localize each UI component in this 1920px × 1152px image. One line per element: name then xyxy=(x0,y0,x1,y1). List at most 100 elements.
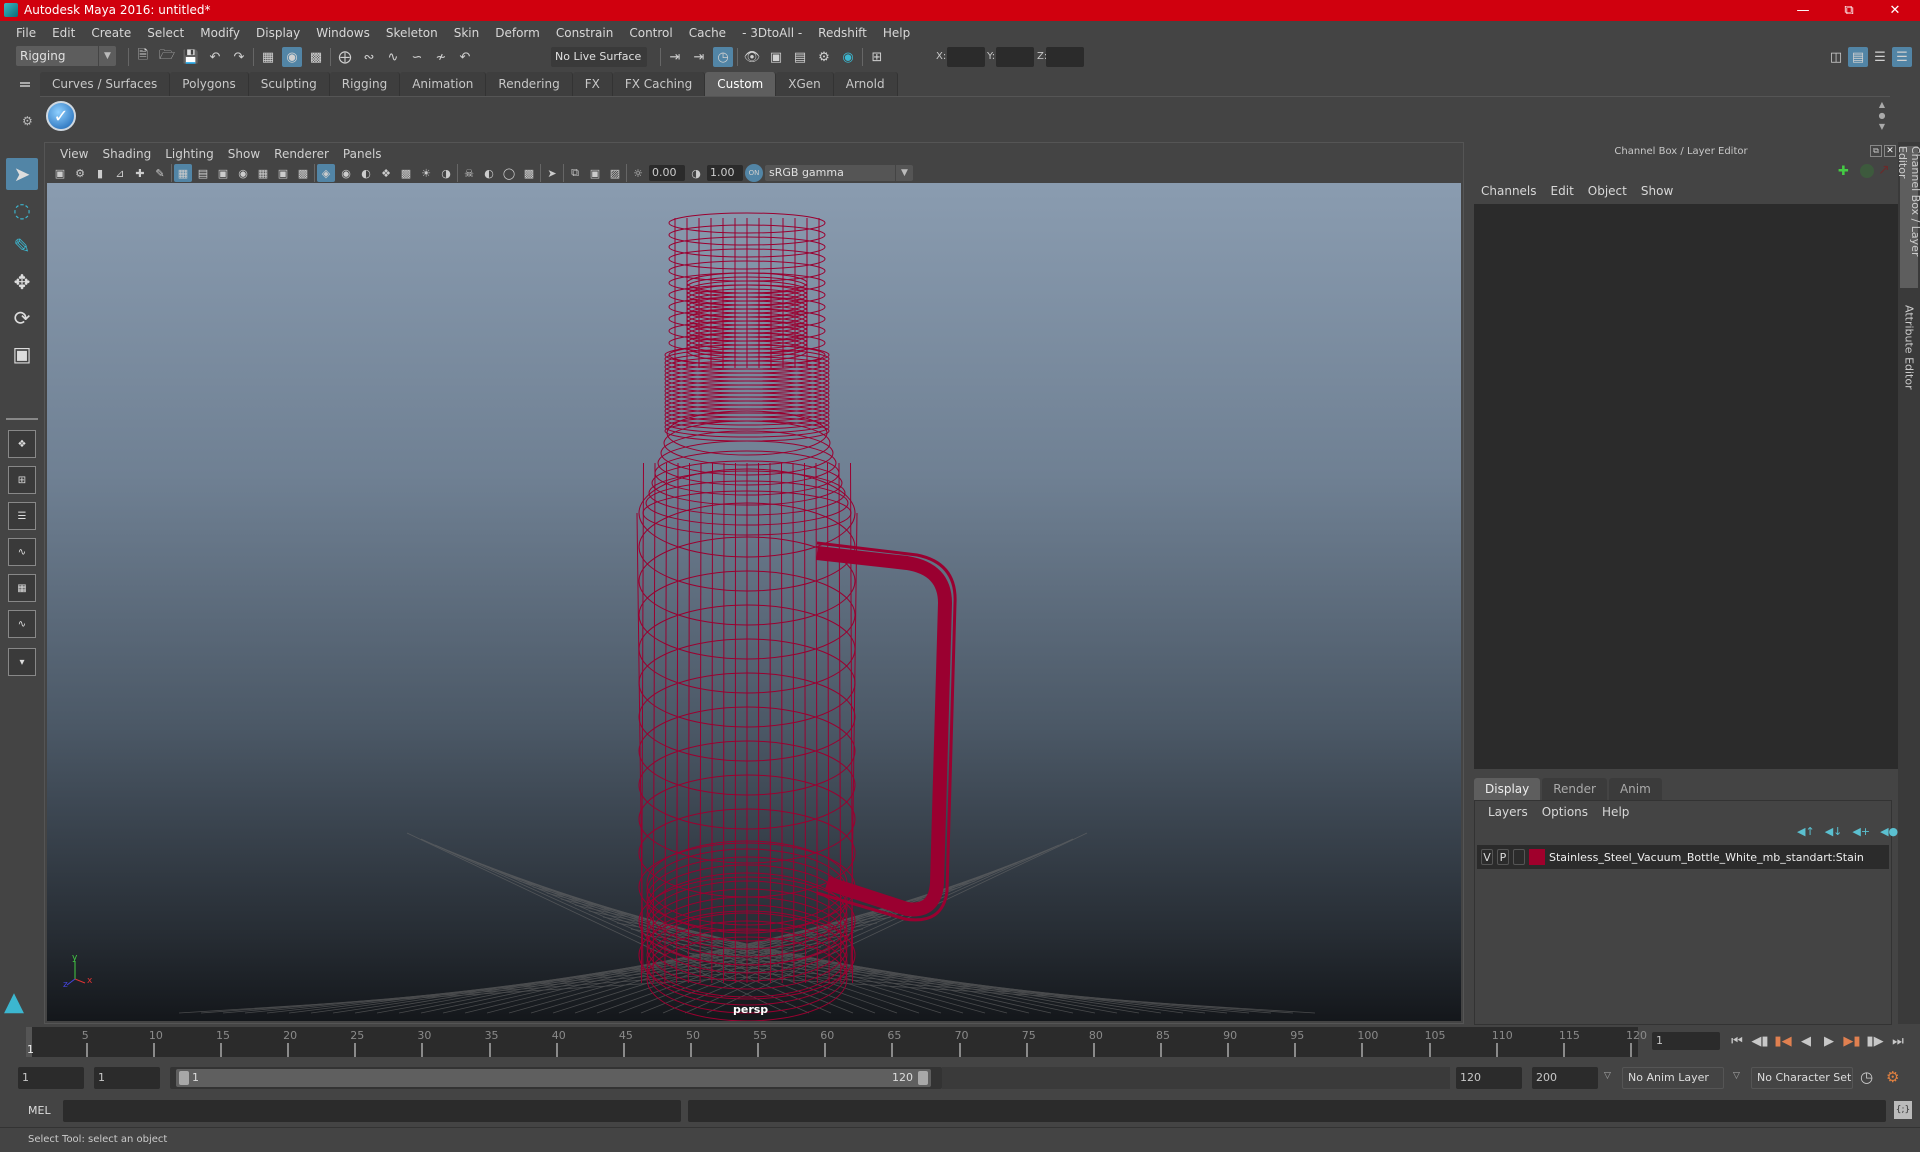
move-layer-up-icon[interactable]: ◀↑ xyxy=(1797,825,1815,838)
persp-graph-layout-icon[interactable]: ∿ xyxy=(8,538,36,566)
layer-color-swatch[interactable] xyxy=(1529,849,1545,865)
single-perspective-layout-icon[interactable]: ❖ xyxy=(8,430,36,458)
character-set-chevron-icon[interactable]: ▽ xyxy=(1733,1071,1740,1081)
xray-icon[interactable]: ⧉ xyxy=(566,164,584,182)
display-toggle-icon[interactable] xyxy=(1860,164,1874,178)
shelf-settings-gear-icon[interactable]: ⚙ xyxy=(22,114,33,128)
shelf-tab-fx[interactable]: FX xyxy=(572,72,613,96)
move-tool-icon[interactable]: ✥ xyxy=(6,266,38,298)
layer-row[interactable]: V P Stainless_Steel_Vacuum_Bottle_White_… xyxy=(1477,845,1889,869)
le-menu-layers[interactable]: Layers xyxy=(1481,805,1535,819)
save-scene-icon[interactable]: 💾 xyxy=(181,47,201,67)
go-to-start-icon[interactable]: ⏮ xyxy=(1726,1030,1748,1052)
ipr-render-icon[interactable]: ▤ xyxy=(790,47,810,67)
select-tool-icon[interactable]: ➤ xyxy=(6,158,38,190)
snap-view-plane-icon[interactable]: ∽ xyxy=(407,47,427,67)
persp-graph-outliner-layout-icon[interactable]: ∿ xyxy=(8,610,36,638)
layer-display-type-toggle[interactable] xyxy=(1513,849,1525,865)
film-gate-icon[interactable]: ▤ xyxy=(194,164,212,182)
exposure-field[interactable]: 0.00 xyxy=(649,165,685,181)
menu-display[interactable]: Display xyxy=(248,26,308,40)
shelf-tab-rigging[interactable]: Rigging xyxy=(329,72,401,96)
script-editor-icon[interactable]: {;} xyxy=(1894,1101,1912,1119)
channel-list[interactable] xyxy=(1474,204,1899,769)
paint-select-tool-icon[interactable]: ✎ xyxy=(6,230,38,262)
scale-tool-icon[interactable]: ▣ xyxy=(6,338,38,370)
hypershade-icon[interactable]: ◉ xyxy=(838,47,858,67)
menu-create[interactable]: Create xyxy=(83,26,139,40)
go-to-end-icon[interactable]: ⏭ xyxy=(1887,1030,1909,1052)
auto-key-icon[interactable]: ◷ xyxy=(1860,1068,1873,1086)
shelf-tab-polygons[interactable]: Polygons xyxy=(170,72,249,96)
shelf-tab-fx-caching[interactable]: FX Caching xyxy=(612,72,706,96)
attribute-editor-toggle-icon[interactable]: ▤ xyxy=(1848,47,1868,67)
menu-redshift[interactable]: Redshift xyxy=(810,26,875,40)
current-frame-field[interactable]: 1 xyxy=(1652,1032,1720,1050)
viewport-menu-renderer[interactable]: Renderer xyxy=(267,145,336,163)
viewport-menu-view[interactable]: View xyxy=(53,145,95,163)
play-forwards-icon[interactable]: ▶ xyxy=(1818,1030,1840,1052)
step-forward-key-icon[interactable]: ▶▮ xyxy=(1841,1030,1863,1052)
select-by-component-icon[interactable]: ▩ xyxy=(306,47,326,67)
select-by-hierarchy-icon[interactable]: ▦ xyxy=(258,47,278,67)
default-material-icon[interactable]: ◐ xyxy=(357,164,375,182)
snap-surface-icon[interactable]: ≁ xyxy=(431,47,451,67)
layout-options-icon[interactable]: ▾ xyxy=(8,648,36,676)
field-chart-icon[interactable]: ▦ xyxy=(254,164,272,182)
wireframe-on-shaded-icon[interactable]: ❖ xyxy=(377,164,395,182)
snap-point-icon[interactable]: ∿ xyxy=(383,47,403,67)
render-frame-icon[interactable]: ▣ xyxy=(766,47,786,67)
bookmark-icon[interactable]: ▮ xyxy=(91,164,109,182)
persp-outliner-layout-icon[interactable]: ☰ xyxy=(8,502,36,530)
new-scene-icon[interactable]: 🗎 xyxy=(133,47,153,67)
menu-skeleton[interactable]: Skeleton xyxy=(378,26,446,40)
construction-history-icon[interactable]: ◷ xyxy=(713,47,733,67)
anim-layer-dropdown[interactable]: No Anim Layer xyxy=(1622,1067,1724,1089)
output-ops-icon[interactable]: ⇥ xyxy=(689,47,709,67)
menu-windows[interactable]: Windows xyxy=(308,26,378,40)
smooth-shade-icon[interactable]: ◉ xyxy=(337,164,355,182)
select-camera-icon[interactable]: ▣ xyxy=(51,164,69,182)
layer-tab-anim[interactable]: Anim xyxy=(1608,778,1662,800)
step-back-frame-icon[interactable]: ◀▮ xyxy=(1749,1030,1771,1052)
shelf-tab-animation[interactable]: Animation xyxy=(400,72,487,96)
safe-title-icon[interactable]: ▩ xyxy=(294,164,312,182)
xray-components-icon[interactable]: ▨ xyxy=(606,164,624,182)
textured-icon[interactable]: ▩ xyxy=(397,164,415,182)
step-forward-frame-icon[interactable]: ▮▶ xyxy=(1864,1030,1886,1052)
restore-button[interactable]: ⧉ xyxy=(1826,0,1872,21)
range-end-handle[interactable] xyxy=(918,1071,928,1085)
command-input[interactable] xyxy=(63,1100,681,1122)
viewport-menu-panels[interactable]: Panels xyxy=(336,145,389,163)
menu-3dtoall[interactable]: - 3DtoAll - xyxy=(734,26,810,40)
open-scene-icon[interactable]: 🗁 xyxy=(157,47,177,67)
gamma-field[interactable]: 1.00 xyxy=(707,165,743,181)
channel-box-toggle-icon[interactable]: ☰ xyxy=(1892,47,1912,67)
x-field[interactable] xyxy=(947,47,985,67)
snap-curve-icon[interactable]: ∾ xyxy=(359,47,379,67)
layer-tab-display[interactable]: Display xyxy=(1474,778,1541,800)
script-language-toggle[interactable]: MEL xyxy=(28,1104,51,1117)
menu-modify[interactable]: Modify xyxy=(192,26,248,40)
menu-select[interactable]: Select xyxy=(139,26,192,40)
checkmark-icon[interactable]: ✓ xyxy=(46,101,76,131)
menu-control[interactable]: Control xyxy=(621,26,680,40)
snap-grid-icon[interactable]: ⨁ xyxy=(335,47,355,67)
wireframe-icon[interactable]: ◈ xyxy=(317,164,335,182)
shelf-scroll[interactable]: ▲ ● ▼ xyxy=(1876,99,1888,133)
layer-name[interactable]: Stainless_Steel_Vacuum_Bottle_White_mb_s… xyxy=(1549,851,1864,864)
shelf-tab-curves-surfaces[interactable]: Curves / Surfaces xyxy=(40,72,171,96)
play-backwards-icon[interactable]: ◀ xyxy=(1795,1030,1817,1052)
shelf-tab-rendering[interactable]: Rendering xyxy=(486,72,573,96)
minimize-button[interactable]: — xyxy=(1780,0,1826,21)
float-panel-icon[interactable]: ⧉ xyxy=(1870,145,1882,157)
3d-viewport[interactable]: y x z persp xyxy=(47,183,1461,1021)
layer-playback-toggle[interactable]: P xyxy=(1497,849,1509,865)
shelf-tab-sculpting[interactable]: Sculpting xyxy=(248,72,330,96)
le-menu-help[interactable]: Help xyxy=(1595,805,1636,819)
hypershade-persp-layout-icon[interactable]: ▦ xyxy=(8,574,36,602)
z-field[interactable] xyxy=(1046,47,1084,67)
live-surface-field[interactable]: No Live Surface xyxy=(551,47,647,67)
exposure-icon[interactable]: ☼ xyxy=(629,164,647,182)
menu-file[interactable]: File xyxy=(8,26,44,40)
